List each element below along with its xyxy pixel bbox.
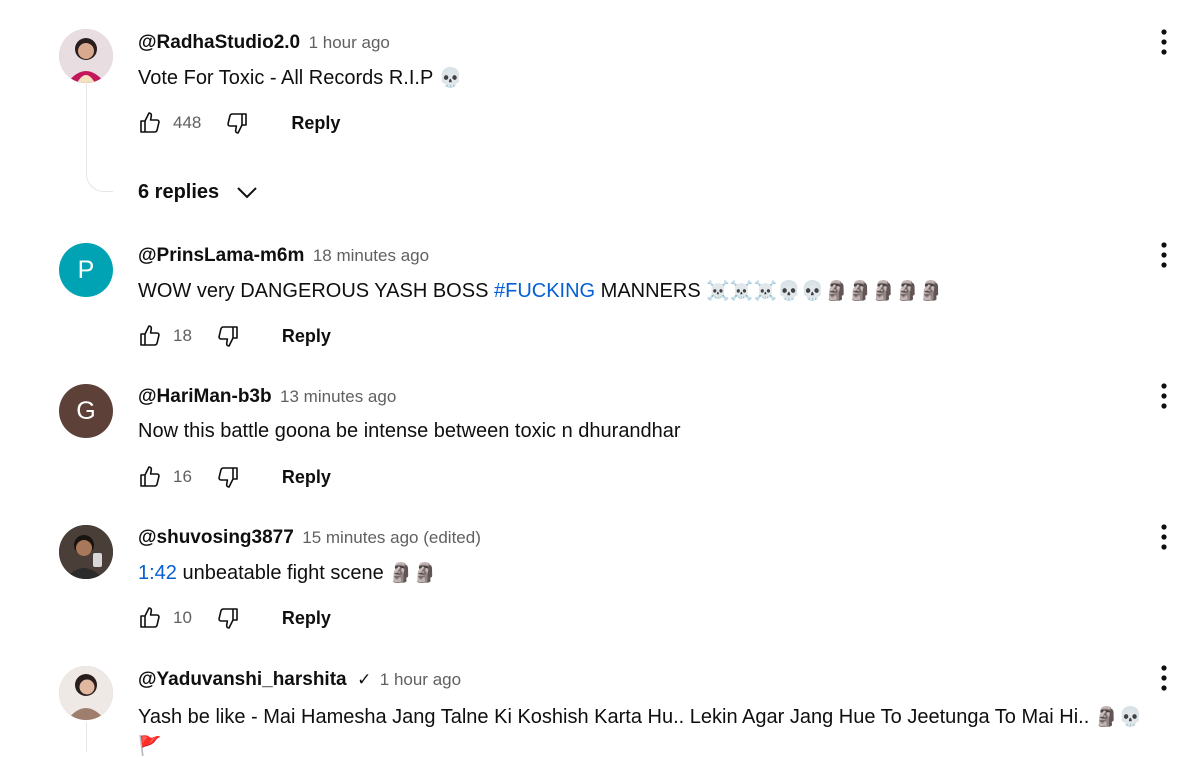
thumbs-down-icon	[218, 326, 238, 347]
action-menu-button[interactable]	[1152, 27, 1176, 57]
avatar-photo	[59, 666, 113, 720]
comment-time[interactable]: 1 hour ago	[380, 670, 461, 689]
thumbs-down-icon	[227, 113, 248, 134]
dislike-button[interactable]	[216, 606, 240, 630]
author-name[interactable]: @shuvosing3877	[138, 527, 294, 548]
comment-header: @Yaduvanshi_harshita ✓ 1 hour ago	[138, 669, 461, 691]
thumbs-up-icon	[140, 112, 160, 133]
comment-text: Yash be like - Mai Hamesha Jang Talne Ki…	[138, 706, 1143, 728]
timestamp-link[interactable]: 1:42	[138, 562, 177, 584]
like-button[interactable]	[138, 606, 162, 630]
reply-button[interactable]: Reply	[282, 467, 331, 488]
dislike-button[interactable]	[216, 324, 240, 348]
emoji: ☠️☠️☠️💀💀🗿🗿🗿🗿🗿	[706, 280, 943, 302]
thumbs-down-icon	[218, 608, 238, 629]
avatar[interactable]	[59, 29, 113, 83]
comment-time[interactable]: 15 minutes ago (edited)	[302, 528, 481, 547]
like-count: 18	[173, 326, 192, 345]
emoji: 🗿🗿	[389, 562, 437, 584]
comment-time[interactable]: 13 minutes ago	[280, 387, 396, 406]
avatar[interactable]: P	[59, 243, 113, 297]
more-vert-icon	[1161, 524, 1167, 550]
thumbs-up-icon	[140, 466, 160, 487]
avatar[interactable]: G	[59, 384, 113, 438]
comment-header: @HariMan-b3b 13 minutes ago	[138, 386, 396, 408]
thumbs-down-icon	[218, 467, 238, 488]
like-count: 10	[173, 608, 192, 627]
comment-text-continued: 🚩	[138, 734, 162, 758]
author-name[interactable]: @PrinsLama-m6m	[138, 245, 304, 266]
comment-text: Now this battle goona be intense between…	[138, 420, 681, 442]
comment-actions: 18 Reply	[138, 321, 331, 351]
comment-header: @PrinsLama-m6m 18 minutes ago	[138, 245, 429, 267]
like-count: 16	[173, 467, 192, 486]
thumbs-up-icon	[140, 607, 160, 628]
author-name[interactable]: @RadhaStudio2.0	[138, 32, 300, 53]
comment-actions: 10 Reply	[138, 603, 331, 633]
dislike-button[interactable]	[216, 465, 240, 489]
red-flag-emoji: 🚩	[138, 735, 162, 757]
more-vert-icon	[1161, 29, 1167, 55]
action-menu-button[interactable]	[1152, 240, 1176, 270]
more-vert-icon	[1161, 383, 1167, 409]
avatar-photo	[59, 29, 113, 83]
reply-button[interactable]: Reply	[282, 326, 331, 347]
verified-check-icon: ✓	[357, 670, 372, 689]
avatar-photo	[59, 525, 113, 579]
avatar-letter: G	[76, 396, 96, 425]
comment-text: Vote For Toxic - All Records R.I.P 💀	[138, 67, 463, 89]
author-name[interactable]: @Yaduvanshi_harshita	[138, 669, 347, 690]
hashtag-link[interactable]: #FUCKING	[494, 280, 595, 302]
emoji: 🗿💀	[1094, 706, 1143, 728]
more-vert-icon	[1161, 665, 1167, 691]
comment-text: WOW very DANGEROUS YASH BOSS #FUCKING MA…	[138, 280, 943, 302]
author-name[interactable]: @HariMan-b3b	[138, 386, 272, 407]
replies-label: 6 replies	[138, 180, 220, 203]
avatar-letter: P	[77, 255, 95, 284]
action-menu-button[interactable]	[1152, 663, 1176, 693]
comment-header: @shuvosing3877 15 minutes ago (edited)	[138, 527, 481, 549]
thumbs-up-icon	[140, 325, 160, 346]
dislike-button[interactable]	[225, 111, 249, 135]
avatar[interactable]	[59, 666, 113, 720]
comment-time[interactable]: 1 hour ago	[309, 33, 390, 52]
comment-actions: 16 Reply	[138, 462, 331, 492]
like-button[interactable]	[138, 111, 162, 135]
view-replies-button[interactable]: 6 replies	[138, 177, 259, 207]
like-button[interactable]	[138, 324, 162, 348]
emoji: 💀	[438, 67, 463, 89]
comment-text: 1:42 unbeatable fight scene 🗿🗿	[138, 562, 437, 584]
action-menu-button[interactable]	[1152, 381, 1176, 411]
avatar[interactable]	[59, 525, 113, 579]
more-vert-icon	[1161, 242, 1167, 268]
action-menu-button[interactable]	[1152, 522, 1176, 552]
chevron-down-icon	[237, 187, 257, 199]
like-count: 448	[173, 113, 202, 132]
comment-header: @RadhaStudio2.0 1 hour ago	[138, 32, 390, 54]
like-button[interactable]	[138, 465, 162, 489]
thread-connector	[86, 722, 87, 752]
reply-button[interactable]: Reply	[282, 608, 331, 629]
thread-connector	[86, 83, 113, 192]
reply-button[interactable]: Reply	[291, 113, 340, 134]
comment-actions: 448 Reply	[138, 108, 340, 138]
comment-time[interactable]: 18 minutes ago	[313, 246, 429, 265]
